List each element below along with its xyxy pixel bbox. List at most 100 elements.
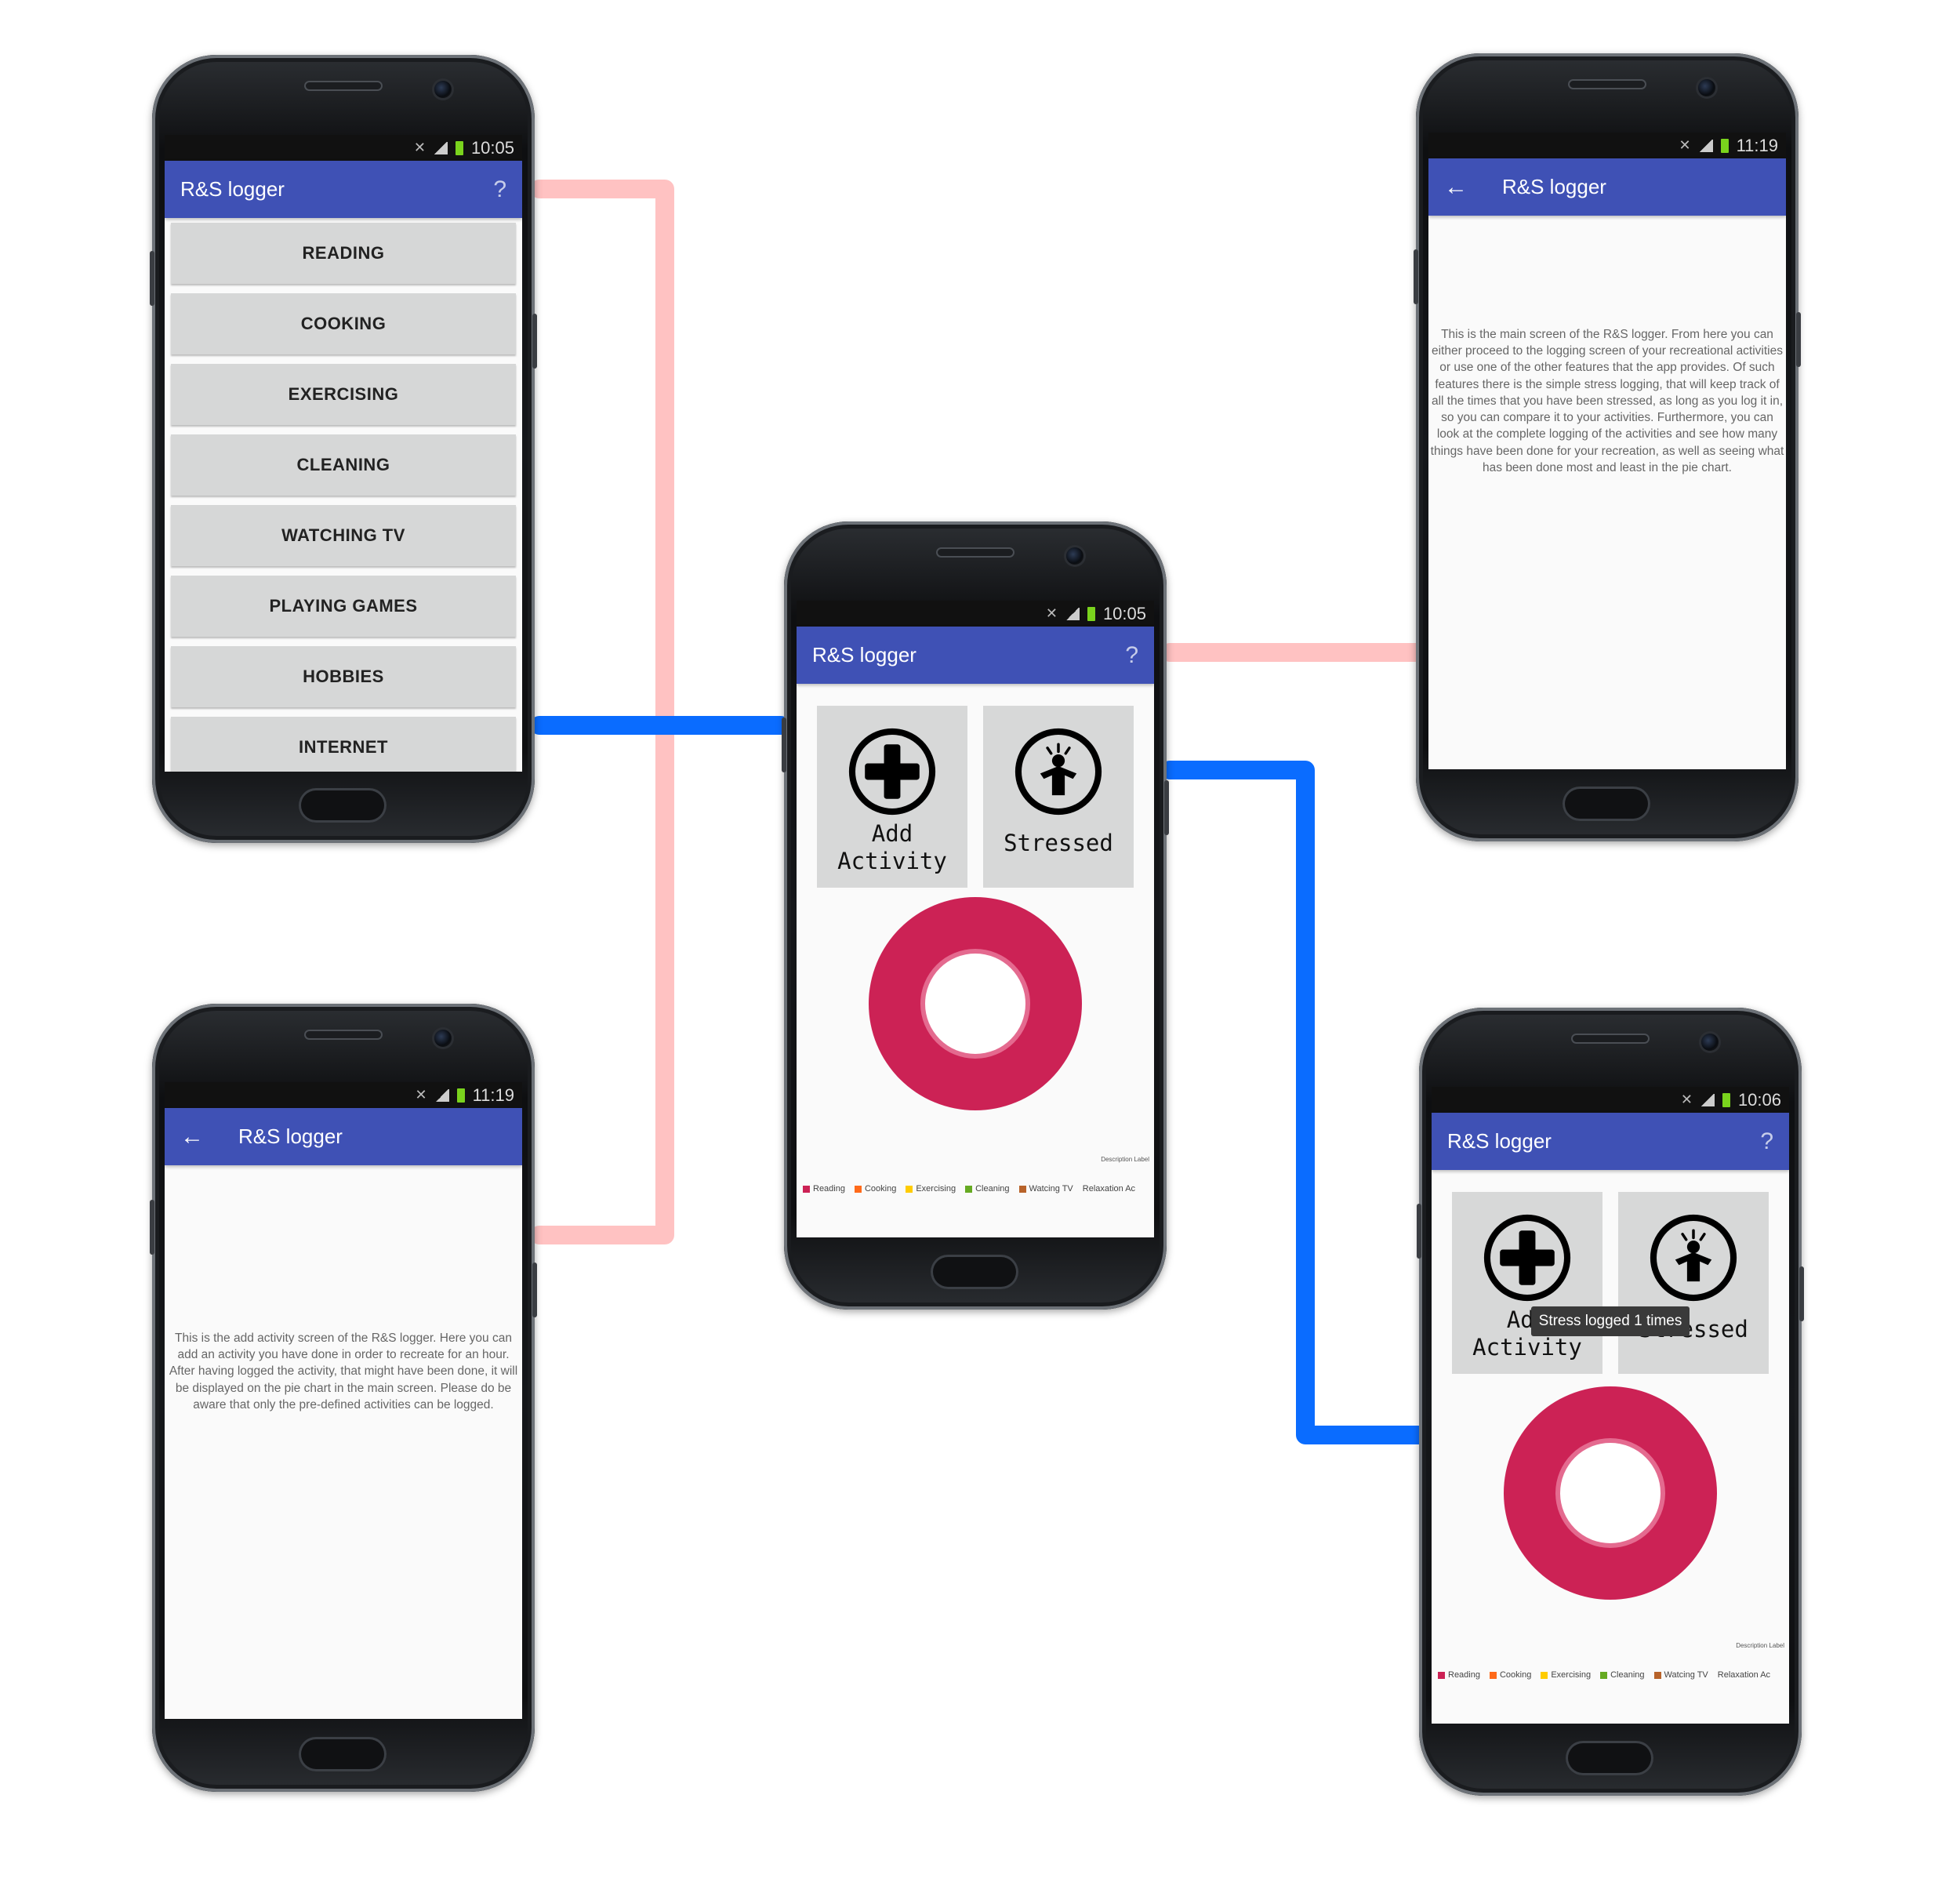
legend-item: Cooking (1489, 1670, 1531, 1680)
phone-add-activity-help: ✕ 11:19 ← R&S logger This is the add act… (150, 1004, 537, 1792)
legend-item: Watcing TV (1653, 1670, 1708, 1680)
status-bar: ✕ 10:05 (797, 601, 1154, 627)
stressed-button[interactable]: Stressed (1618, 1192, 1769, 1374)
help-description: This is the main screen of the R&S logge… (1430, 328, 1784, 474)
legend-label: Cleaning (975, 1184, 1010, 1194)
app-title: R&S logger (1502, 175, 1606, 198)
mute-icon: ✕ (1679, 137, 1691, 153)
battery-icon (1720, 138, 1729, 153)
help-description: This is the add activity screen of the R… (169, 1332, 518, 1412)
battery-icon (1087, 606, 1095, 621)
legend-label: Watcing TV (1029, 1184, 1073, 1194)
legend-swatch (1489, 1671, 1497, 1679)
status-time: 10:05 (470, 137, 514, 158)
legend-swatch (1600, 1671, 1608, 1679)
chart-description-label: Description Label (1101, 1156, 1149, 1163)
status-time: 11:19 (1736, 135, 1778, 155)
speaker-grille (1568, 79, 1646, 89)
legend-label: Relaxation Ac (1717, 1670, 1771, 1680)
legend-swatch (803, 1185, 810, 1193)
stressed-button[interactable]: Stressed (983, 706, 1134, 888)
legend-swatch (1653, 1671, 1661, 1679)
signal-icon (434, 1088, 449, 1102)
legend-label: Exercising (916, 1184, 956, 1194)
status-bar: ✕ 11:19 (1428, 133, 1786, 158)
legend-label: Cooking (864, 1184, 897, 1194)
legend-item: Cooking (854, 1184, 897, 1194)
legend-item: Exercising (1541, 1670, 1591, 1680)
status-time: 10:05 (1102, 603, 1146, 623)
help-icon[interactable]: ? (493, 176, 506, 203)
legend-label: Exercising (1551, 1670, 1592, 1680)
status-bar: ✕ 10:05 (165, 135, 522, 161)
chart-legend: Reading Cooking Exercising Cleaning Watc… (1438, 1670, 1789, 1680)
connector-blue-right (1160, 761, 1428, 1444)
legend-item: Exercising (906, 1184, 956, 1194)
toast-message: Stress logged 1 times (1530, 1306, 1690, 1336)
activity-button-exercising[interactable]: EXERCISING (171, 364, 516, 425)
action-tiles: Add Activity Stressed (1432, 1170, 1789, 1374)
pie-hole (1560, 1443, 1661, 1543)
activity-button-cleaning[interactable]: CLEANING (171, 434, 516, 496)
front-camera (434, 81, 452, 98)
signal-icon (1700, 1093, 1715, 1106)
battery-icon (455, 140, 463, 155)
app-title: R&S logger (238, 1124, 343, 1148)
add-activity-button[interactable]: Add Activity (817, 706, 967, 888)
front-camera (434, 1030, 452, 1047)
activity-button-reading[interactable]: READING (171, 223, 516, 284)
activity-button-cooking[interactable]: COOKING (171, 293, 516, 354)
signal-icon (433, 141, 448, 154)
app-title: R&S logger (812, 643, 916, 667)
app-bar: R&S logger ? (1432, 1113, 1789, 1170)
mute-icon: ✕ (1045, 605, 1058, 621)
screen: ✕ 11:19 ← R&S logger This is the main sc… (1428, 133, 1786, 769)
chart-legend: Reading Cooking Exercising Cleaning Watc… (803, 1184, 1154, 1194)
signal-icon (1698, 139, 1713, 152)
stressed-person-icon (1014, 728, 1102, 816)
app-bar: ← R&S logger (1428, 158, 1786, 216)
speaker-grille (304, 81, 383, 91)
phone-activity-menu: ✕ 10:05 R&S logger ? READING COOKING EXE… (150, 55, 537, 843)
screen: ✕ 11:19 ← R&S logger This is the add act… (165, 1082, 522, 1719)
mute-icon: ✕ (1680, 1092, 1693, 1107)
help-icon[interactable]: ? (1760, 1128, 1773, 1155)
legend-swatch (906, 1185, 913, 1193)
status-time: 11:19 (472, 1085, 514, 1105)
phone-main-screen: ✕ 10:05 R&S logger ? Add Activity Stress… (782, 521, 1169, 1310)
app-bar: R&S logger ? (797, 627, 1154, 684)
toast: Stress logged 1 times (1432, 1306, 1789, 1336)
activity-button-internet[interactable]: INTERNET (171, 717, 516, 772)
activity-list: READING COOKING EXERCISING CLEANING WATC… (165, 218, 522, 772)
legend-label: Reading (813, 1184, 845, 1194)
speaker-grille (304, 1030, 383, 1040)
back-arrow-icon[interactable]: ← (180, 1124, 204, 1150)
status-bar: ✕ 10:06 (1432, 1087, 1789, 1113)
legend-label: Cleaning (1610, 1670, 1645, 1680)
pie-hole (925, 954, 1025, 1054)
stressed-label: Stressed (1004, 830, 1113, 856)
phone-main-stress-logged: ✕ 10:06 R&S logger ? Add Activity Stress… (1417, 1008, 1804, 1796)
app-title: R&S logger (1447, 1129, 1552, 1153)
back-arrow-icon[interactable]: ← (1444, 174, 1468, 201)
home-button (299, 788, 387, 823)
mute-icon: ✕ (413, 140, 426, 155)
legend-swatch (1438, 1671, 1445, 1679)
legend-item: Watcing TV (1018, 1184, 1073, 1194)
home-button (1566, 1741, 1653, 1775)
status-bar: ✕ 11:19 (165, 1082, 522, 1108)
activity-button-playing-games[interactable]: PLAYING GAMES (171, 576, 516, 637)
legend-label: Relaxation Ac (1082, 1184, 1136, 1194)
app-title: R&S logger (180, 177, 285, 201)
activity-button-watching-tv[interactable]: WATCHING TV (171, 505, 516, 566)
speaker-grille (936, 547, 1014, 558)
front-camera (1701, 1034, 1719, 1051)
activity-button-hobbies[interactable]: HOBBIES (171, 646, 516, 707)
help-icon[interactable]: ? (1125, 642, 1138, 669)
front-camera (1698, 79, 1715, 96)
plus-circle-icon (848, 728, 936, 816)
legend-swatch (1018, 1185, 1026, 1193)
add-activity-button[interactable]: Add Activity (1452, 1192, 1602, 1374)
app-bar: R&S logger ? (165, 161, 522, 218)
screen: ✕ 10:06 R&S logger ? Add Activity Stress… (1432, 1087, 1789, 1724)
